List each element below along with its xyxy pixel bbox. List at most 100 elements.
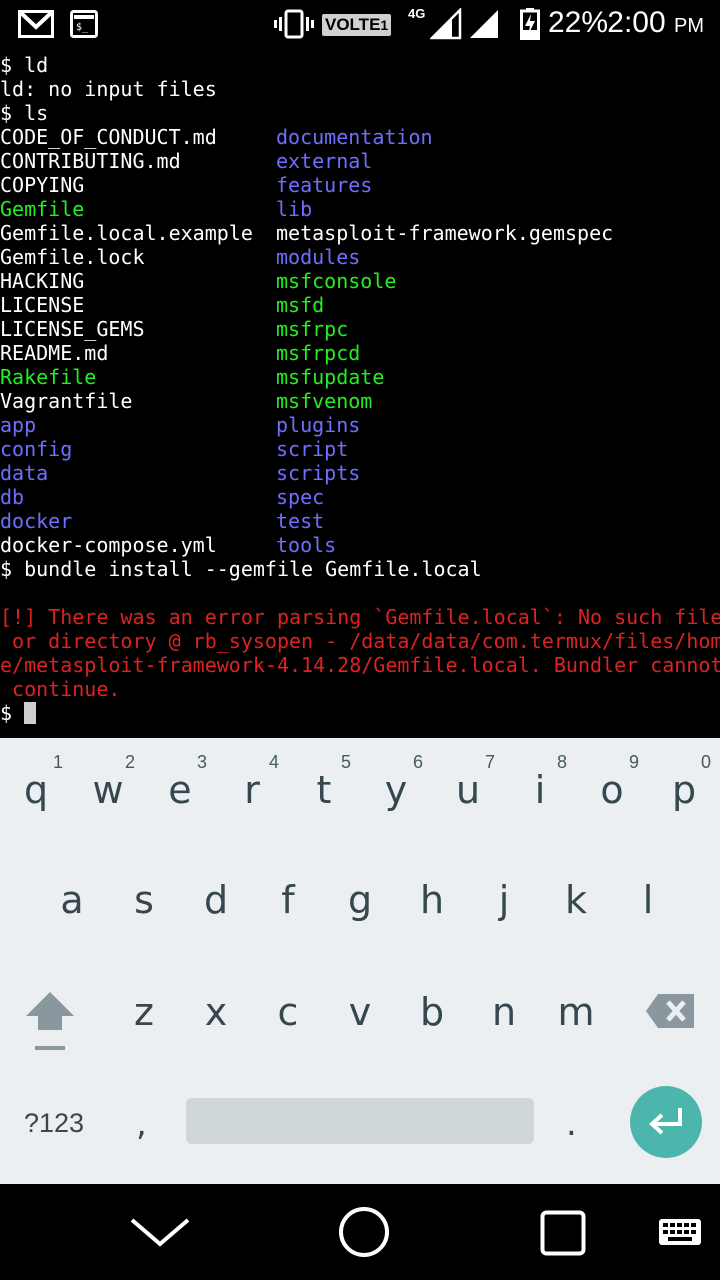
home-circle-icon[interactable] (338, 1206, 390, 1258)
terminal-text: msfd (276, 293, 325, 317)
backspace-icon[interactable] (644, 992, 696, 1030)
clock: 2:00 PM (607, 6, 704, 39)
svg-text:$_: $_ (76, 22, 89, 33)
terminal-notification-icon: $_ (70, 10, 98, 38)
terminal-text: lib (276, 197, 313, 221)
terminal-text: msfrpc (276, 317, 349, 341)
gmail-icon (18, 10, 54, 38)
symbols-key[interactable]: ?123 (24, 1108, 84, 1139)
terminal-text: ld: no input files (0, 77, 217, 101)
terminal-text: [!] There was an error parsing `Gemfile.… (0, 605, 720, 629)
terminal-text: README.md (0, 341, 109, 365)
terminal-text: Gemfile.lock (0, 245, 145, 269)
key-hint: 2 (124, 752, 135, 772)
key-hint: 9 (628, 752, 639, 772)
terminal-text: documentation (276, 125, 433, 149)
battery-percent: 22% (548, 6, 609, 39)
terminal-text: script (276, 437, 349, 461)
key-b[interactable]: b (396, 990, 468, 1034)
key-e[interactable]: e (144, 768, 216, 812)
terminal-line: LICENSE msfd (0, 293, 720, 317)
key-v[interactable]: v (324, 990, 396, 1034)
terminal-text: modules (276, 245, 361, 269)
terminal-output[interactable]: $ ld ld: no input files $ ls CODE_OF_CONDUC… (0, 53, 720, 737)
terminal-text: CODE_OF_CONDUCT.md (0, 125, 217, 149)
terminal-line: Gemfile.local.example metasploit-framewor… (0, 221, 720, 245)
key-j[interactable]: j (468, 878, 540, 922)
terminal-line: db spec (0, 485, 720, 509)
key-x[interactable]: x (180, 990, 252, 1034)
terminal-line: LICENSE_GEMS msfrpc (0, 317, 720, 341)
key-o[interactable]: o (576, 768, 648, 812)
key-l[interactable]: l (612, 878, 684, 922)
terminal-line: [!] There was an error parsing `Gemfile.… (0, 605, 720, 629)
enter-button[interactable] (630, 1086, 702, 1158)
terminal-text: or directory @ rb_sysopen - /data/data/c… (0, 629, 720, 653)
terminal-text: msfconsole (276, 269, 397, 293)
back-chevron-icon[interactable] (128, 1214, 192, 1250)
terminal-line: e/metasploit-framework-4.14.28/Gemfile.l… (0, 653, 720, 677)
terminal-text: COPYING (0, 173, 85, 197)
period-key[interactable]: . (566, 1104, 577, 1144)
key-m[interactable]: m (540, 990, 612, 1034)
key-q[interactable]: q (0, 768, 72, 812)
network-type-label: 4G (408, 6, 426, 21)
key-y[interactable]: y (360, 768, 432, 812)
soft-keyboard: q1w2e3r4t5y6u7i8o9p0 asdfghjkl zxcvbnm ?… (0, 738, 720, 1184)
terminal-line: or directory @ rb_sysopen - /data/data/c… (0, 629, 720, 653)
terminal-text: Gemfile.local.example (0, 221, 253, 245)
terminal-text: CONTRIBUTING.md (0, 149, 181, 173)
key-k[interactable]: k (540, 878, 612, 922)
key-p[interactable]: p (648, 768, 720, 812)
status-bar: $_ VOLTE1 4G 22% 2:00 PM (0, 0, 720, 50)
terminal-text: LICENSE_GEMS (0, 317, 145, 341)
key-z[interactable]: z (108, 990, 180, 1034)
key-u[interactable]: u (432, 768, 504, 812)
enter-icon (649, 1108, 682, 1135)
space-bar[interactable] (186, 1098, 534, 1144)
key-n[interactable]: n (468, 990, 540, 1034)
terminal-line: Gemfile lib (0, 197, 720, 221)
terminal-prompt-line[interactable]: $ (0, 701, 720, 725)
terminal-text: docker-compose.yml (0, 533, 217, 557)
terminal-line: $ ls (0, 101, 720, 125)
terminal-line: HACKING msfconsole (0, 269, 720, 293)
terminal-line: CODE_OF_CONDUCT.md documentation (0, 125, 720, 149)
key-w[interactable]: w (72, 768, 144, 812)
key-h[interactable]: h (396, 878, 468, 922)
terminal-line: Gemfile.lock modules (0, 245, 720, 269)
terminal-text: msfvenom (276, 389, 373, 413)
key-g[interactable]: g (324, 878, 396, 922)
shift-icon[interactable] (22, 988, 78, 1054)
key-a[interactable]: a (36, 878, 108, 922)
key-d[interactable]: d (180, 878, 252, 922)
terminal-text: scripts (276, 461, 361, 485)
terminal-line: docker-compose.yml tools (0, 533, 720, 557)
terminal-text: HACKING (0, 269, 85, 293)
terminal-line: CONTRIBUTING.md external (0, 149, 720, 173)
key-s[interactable]: s (108, 878, 180, 922)
key-r[interactable]: r (216, 768, 288, 812)
key-c[interactable]: c (252, 990, 324, 1034)
key-hint: 6 (412, 752, 423, 772)
comma-key[interactable]: , (136, 1104, 147, 1144)
key-i[interactable]: i (504, 768, 576, 812)
keyboard-switch-icon[interactable] (658, 1218, 702, 1246)
key-f[interactable]: f (252, 878, 324, 922)
terminal-line: continue. (0, 677, 720, 701)
terminal-line: Rakefile msfupdate (0, 365, 720, 389)
key-hint: 8 (556, 752, 567, 772)
terminal-line: config script (0, 437, 720, 461)
key-t[interactable]: t (288, 768, 360, 812)
key-hint: 3 (196, 752, 207, 772)
terminal-line: COPYING features (0, 173, 720, 197)
terminal-text: LICENSE (0, 293, 85, 317)
terminal-line: docker test (0, 509, 720, 533)
vibrate-icon (274, 9, 314, 39)
terminal-line: app plugins (0, 413, 720, 437)
recents-square-icon[interactable] (540, 1210, 586, 1256)
terminal-text: external (276, 149, 373, 173)
terminal-line: README.md msfrpcd (0, 341, 720, 365)
signal-icon (430, 8, 462, 40)
